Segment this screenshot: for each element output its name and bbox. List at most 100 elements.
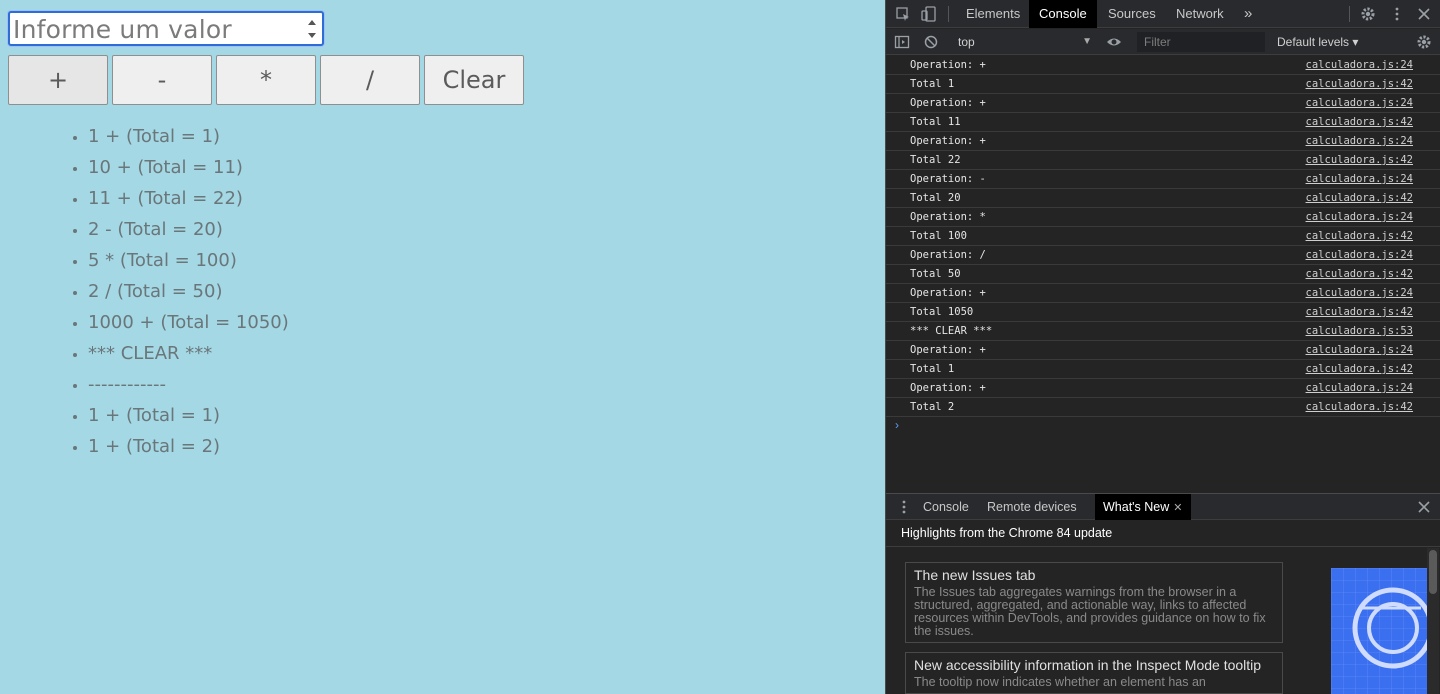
log-source-link[interactable]: calculadora.js:42 <box>1306 398 1413 416</box>
log-source-link[interactable]: calculadora.js:24 <box>1306 56 1413 74</box>
log-source-link[interactable]: calculadora.js:24 <box>1306 379 1413 397</box>
whats-new-card[interactable]: New accessibility information in the Ins… <box>905 652 1283 694</box>
history-item: 1000 + (Total = 1050) <box>88 307 289 338</box>
filter-input[interactable]: Filter <box>1137 32 1265 52</box>
log-message: Total 20 <box>910 192 961 204</box>
value-input[interactable]: Informe um valor <box>8 11 324 46</box>
console-log-row: Operation: - calculadora.js:24 <box>886 170 1440 189</box>
console-log-row: Total 1 calculadora.js:42 <box>886 360 1440 379</box>
log-source-link[interactable]: calculadora.js:42 <box>1306 303 1413 321</box>
console-log-row: Operation: * calculadora.js:24 <box>886 208 1440 227</box>
drawer-tabbar: Console Remote devices What's New ✕ <box>886 493 1440 520</box>
log-message: Total 1 <box>910 78 955 90</box>
console-log-row: Operation: + calculadora.js:24 <box>886 379 1440 398</box>
clear-button[interactable]: Clear <box>424 55 524 105</box>
drawer-tab-console[interactable]: Console <box>915 494 977 520</box>
log-source-link[interactable]: calculadora.js:42 <box>1306 151 1413 169</box>
drawer-tab-whats-new[interactable]: What's New ✕ <box>1095 494 1191 520</box>
history-item: 1 + (Total = 1) <box>88 400 289 431</box>
context-select[interactable]: top ▼ <box>958 33 1092 51</box>
log-source-link[interactable]: calculadora.js:24 <box>1306 341 1413 359</box>
log-source-link[interactable]: calculadora.js:53 <box>1306 322 1413 340</box>
spinner-up-icon[interactable] <box>308 20 316 25</box>
log-source-link[interactable]: calculadora.js:24 <box>1306 132 1413 150</box>
log-source-link[interactable]: calculadora.js:24 <box>1306 284 1413 302</box>
live-expression-eye-icon[interactable] <box>1106 34 1122 50</box>
console-log-row: Total 100 calculadora.js:42 <box>886 227 1440 246</box>
log-source-link[interactable]: calculadora.js:42 <box>1306 227 1413 245</box>
close-drawer-icon[interactable] <box>1416 499 1432 515</box>
log-message: Total 50 <box>910 268 961 280</box>
log-source-link[interactable]: calculadora.js:42 <box>1306 265 1413 283</box>
log-message: Total 22 <box>910 154 961 166</box>
log-message: Operation: - <box>910 173 986 185</box>
tab-network[interactable]: Network <box>1166 0 1234 28</box>
log-source-link[interactable]: calculadora.js:24 <box>1306 208 1413 226</box>
number-spinner[interactable] <box>306 16 318 42</box>
divide-button[interactable]: / <box>320 55 420 105</box>
log-source-link[interactable]: calculadora.js:24 <box>1306 246 1413 264</box>
log-message: Operation: + <box>910 97 986 109</box>
history-item: 10 + (Total = 11) <box>88 152 289 183</box>
console-log-row: Total 20 calculadora.js:42 <box>886 189 1440 208</box>
log-source-link[interactable]: calculadora.js:42 <box>1306 75 1413 93</box>
context-value: top <box>958 35 975 49</box>
log-levels-dropdown[interactable]: Default levels ▾ <box>1277 33 1358 51</box>
close-tab-icon[interactable]: ✕ <box>1173 502 1182 514</box>
sidebar-toggle-icon[interactable] <box>894 34 910 50</box>
dropdown-arrow-icon: ▼ <box>1082 36 1092 47</box>
scrollbar-thumb[interactable] <box>1429 550 1437 594</box>
log-source-link[interactable]: calculadora.js:24 <box>1306 94 1413 112</box>
log-source-link[interactable]: calculadora.js:42 <box>1306 113 1413 131</box>
log-message: Total 100 <box>910 230 967 242</box>
inspect-element-icon[interactable] <box>895 6 911 22</box>
console-log-row: Total 2 calculadora.js:42 <box>886 398 1440 417</box>
separator <box>1349 6 1350 22</box>
drawer-tab-remote-devices[interactable]: Remote devices <box>979 494 1085 520</box>
calculator-app: Informe um valor + - * / Clear 1 + (Tota… <box>0 0 885 694</box>
history-list: 1 + (Total = 1)10 + (Total = 11)11 + (To… <box>60 121 289 462</box>
tab-console[interactable]: Console <box>1029 0 1097 28</box>
console-log-row: *** CLEAR *** calculadora.js:53 <box>886 322 1440 341</box>
spinner-down-icon[interactable] <box>308 33 316 38</box>
console-log-area: Operation: + calculadora.js:24 Total 1 calc… <box>886 56 1440 493</box>
log-source-link[interactable]: calculadora.js:42 <box>1306 189 1413 207</box>
whats-new-card[interactable]: The new Issues tab The Issues tab aggreg… <box>905 562 1283 643</box>
drawer-tab-whats-new-label: What's New <box>1103 500 1170 514</box>
more-tabs-icon[interactable]: » <box>1234 0 1262 28</box>
whats-new-scrollbar[interactable] <box>1427 548 1439 694</box>
console-log-row: Total 1 calculadora.js:42 <box>886 75 1440 94</box>
log-message: Total 11 <box>910 116 961 128</box>
settings-gear-icon[interactable] <box>1360 6 1376 22</box>
log-message: Total 1 <box>910 363 955 375</box>
tab-sources[interactable]: Sources <box>1098 0 1166 28</box>
drawer-menu-icon[interactable] <box>896 499 912 515</box>
console-log-row: Operation: + calculadora.js:24 <box>886 132 1440 151</box>
log-message: Operation: / <box>910 249 986 261</box>
add-button[interactable]: + <box>8 55 108 105</box>
console-log-row: Operation: + calculadora.js:24 <box>886 56 1440 75</box>
history-item: 1 + (Total = 2) <box>88 431 289 462</box>
separator <box>948 6 949 22</box>
devtools-panel: Elements Console Sources Network » top ▼… <box>885 0 1440 694</box>
multiply-button[interactable]: * <box>216 55 316 105</box>
kebab-menu-icon[interactable] <box>1389 6 1405 22</box>
subtract-button[interactable]: - <box>112 55 212 105</box>
console-prompt-icon[interactable]: › <box>895 418 899 432</box>
close-devtools-icon[interactable] <box>1416 6 1432 22</box>
log-source-link[interactable]: calculadora.js:24 <box>1306 170 1413 188</box>
console-log-row: Operation: + calculadora.js:24 <box>886 341 1440 360</box>
clear-console-icon[interactable] <box>923 34 939 50</box>
log-source-link[interactable]: calculadora.js:42 <box>1306 360 1413 378</box>
console-settings-gear-icon[interactable] <box>1416 34 1432 50</box>
log-message: Operation: * <box>910 211 986 223</box>
history-item: ------------ <box>88 369 289 400</box>
history-item: *** CLEAR *** <box>88 338 289 369</box>
whats-new-panel: Highlights from the Chrome 84 update The… <box>886 521 1440 694</box>
chrome-84-illustration <box>1331 568 1427 694</box>
history-item: 1 + (Total = 1) <box>88 121 289 152</box>
tab-elements[interactable]: Elements <box>956 0 1030 28</box>
history-item: 2 / (Total = 50) <box>88 276 289 307</box>
device-toolbar-icon[interactable] <box>921 6 937 22</box>
log-message: Operation: + <box>910 382 986 394</box>
